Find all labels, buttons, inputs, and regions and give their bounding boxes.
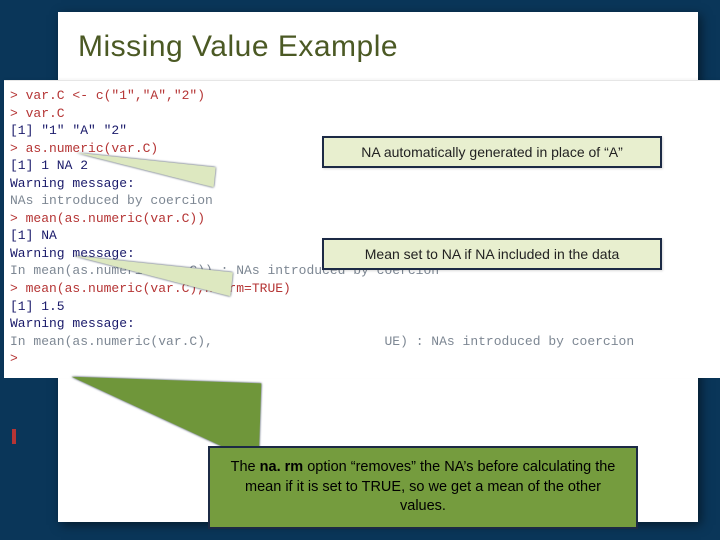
- console-line: > var.C <- c("1","A","2"): [10, 87, 714, 105]
- console-text: UE) : NAs introduced by coercion: [385, 334, 635, 349]
- console-line: > var.C: [10, 105, 714, 123]
- console-line: [1] 1.5: [10, 298, 714, 316]
- console-line: > mean(as.numeric(var.C)): [10, 210, 714, 228]
- console-line: Warning message:: [10, 175, 714, 193]
- console-line: Warning message:: [10, 315, 714, 333]
- console-line: NAs introduced by coercion: [10, 192, 714, 210]
- callout-na-generated: NA automatically generated in place of “…: [322, 136, 662, 168]
- console-line: In mean(as.numeric(var.C), _____________…: [10, 333, 714, 351]
- callout-mean-na: Mean set to NA if NA included in the dat…: [322, 238, 662, 270]
- console-line: >: [10, 350, 714, 368]
- callout-text: The: [231, 459, 260, 475]
- text-cursor: [12, 429, 16, 444]
- callout-bold: na. rm: [260, 459, 304, 475]
- r-console: > var.C <- c("1","A","2") > var.C [1] "1…: [4, 80, 720, 378]
- console-text: In mean(as.numeric(var.C),: [10, 334, 213, 349]
- slide-title: Missing Value Example: [78, 30, 398, 64]
- callout-na-rm: The na. rm option “removes” the NA’s bef…: [208, 446, 638, 529]
